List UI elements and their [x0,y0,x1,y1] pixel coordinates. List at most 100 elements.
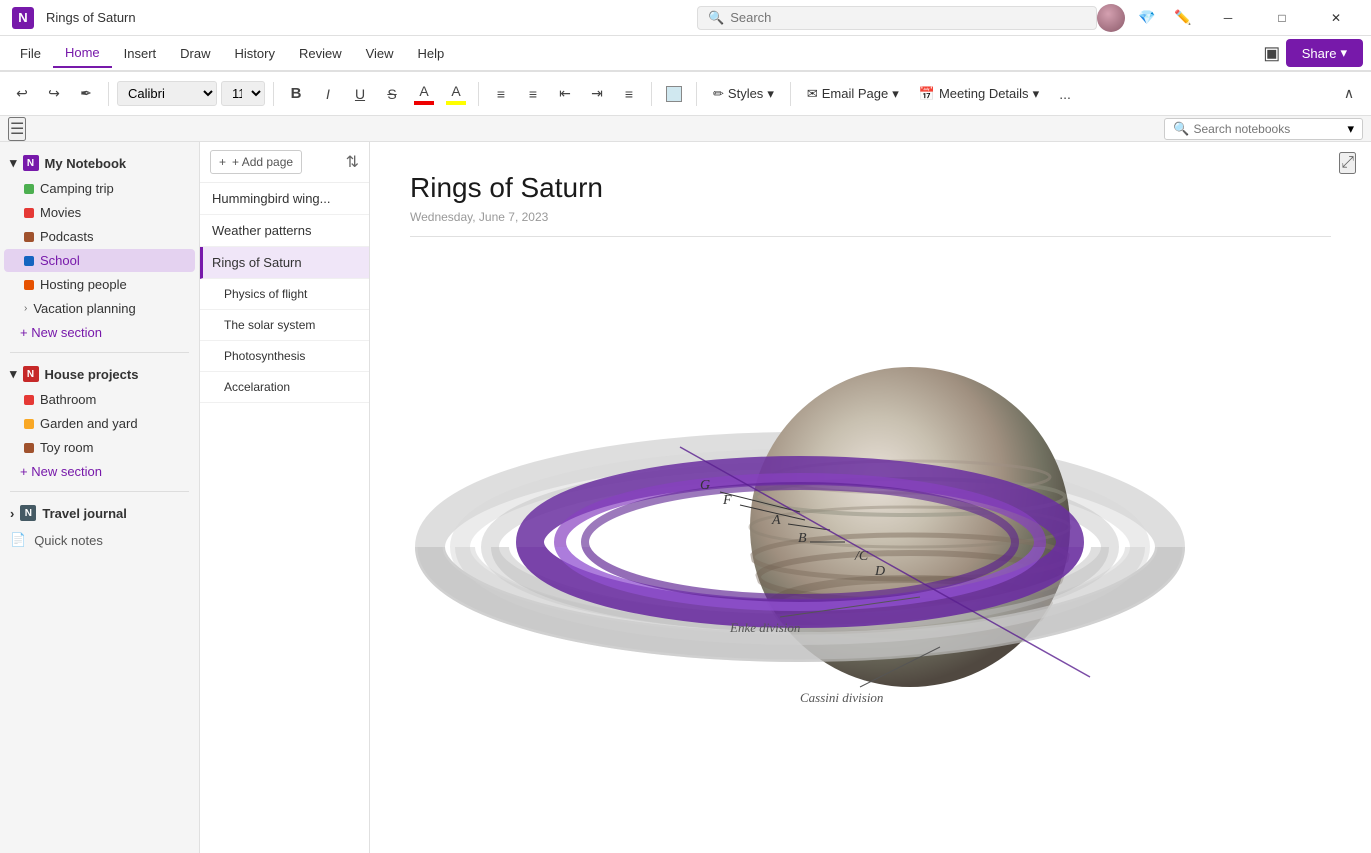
increase-indent-button[interactable]: ⇥ [583,80,611,108]
chevron-down-icon: ▾ [10,155,17,171]
sidebar-divider-2 [10,491,189,492]
page-item-weather[interactable]: Weather patterns [200,215,369,247]
notebook-view-button[interactable]: ▣ [1258,39,1286,67]
separator [478,82,479,106]
menu-view[interactable]: View [354,40,406,67]
global-search[interactable]: 🔍 [697,6,1097,30]
saturn-illustration: G F A B /C D Enke division [410,257,1190,777]
align-button[interactable]: ≡ [615,80,643,108]
house-projects-header[interactable]: ▾ N House projects [0,361,199,387]
bold-button[interactable]: B [282,80,310,108]
italic-button[interactable]: I [314,80,342,108]
menu-draw[interactable]: Draw [168,40,222,67]
email-icon: ✉ [807,86,818,102]
sidebar-item-camping-trip[interactable]: Camping trip [4,177,195,200]
email-page-button[interactable]: ✉ Email Page ▾ [799,82,907,106]
section-color [24,443,34,453]
decrease-indent-button[interactable]: ⇤ [551,80,579,108]
chevron-down-icon: ▾ [10,366,17,382]
close-button[interactable]: ✕ [1313,0,1359,36]
menu-history[interactable]: History [223,40,287,67]
hamburger-button[interactable]: ☰ [8,117,26,141]
section-color [24,395,34,405]
styles-icon: ✏ [713,86,724,102]
separator [108,82,109,106]
house-projects-icon: N [23,366,39,382]
title-bar-controls: 💎 ✏️ ─ □ ✕ [1097,0,1359,36]
diamond-button[interactable]: 💎 [1133,4,1161,32]
share-button[interactable]: Share ▾ [1286,39,1363,67]
sidebar-item-garden-and-yard[interactable]: Garden and yard [4,412,195,435]
maximize-button[interactable]: □ [1259,0,1305,36]
my-notebook-header[interactable]: ▾ N My Notebook [0,150,199,176]
bullets-button[interactable]: ≡ [487,80,515,108]
strikethrough-button[interactable]: S [378,80,406,108]
search-notebooks-input[interactable] [1193,122,1343,136]
separator [790,82,791,106]
page-item-hummingbird[interactable]: Hummingbird wing... [200,183,369,215]
sidebar-item-school[interactable]: School [4,249,195,272]
menu-file[interactable]: File [8,40,53,67]
travel-journal-header[interactable]: › N Travel journal [0,500,199,526]
app-title: Rings of Saturn [46,10,697,25]
saturn-svg: G F A B /C D Enke division [410,257,1190,777]
ring-d-label: D [874,564,885,579]
format-painter-button[interactable]: ✒ [72,80,100,108]
search-notebooks-box[interactable]: 🔍 ▾ [1164,118,1363,140]
page-item-rings-of-saturn[interactable]: Rings of Saturn [200,247,369,279]
chevron-down-icon: ▾ [767,86,774,102]
page-item-solar-system[interactable]: The solar system [200,310,369,341]
add-page-button[interactable]: + + Add page [210,150,302,174]
undo-button[interactable]: ↩ [8,80,36,108]
sidebar-item-movies[interactable]: Movies [4,201,195,224]
page-date: Wednesday, June 7, 2023 [410,210,1331,237]
section-color [24,184,34,194]
search-input[interactable] [730,10,1086,25]
chevron-down-icon: ▾ [1033,86,1040,102]
toolbar: ↩ ↪ ✒ Calibri 11 B I U S A A ≡ ≡ ⇤ ⇥ ≡ ✏… [0,72,1371,116]
separator [651,82,652,106]
chevron-right-icon: › [24,303,27,314]
sidebar-item-toy-room[interactable]: Toy room [4,436,195,459]
avatar[interactable] [1097,4,1125,32]
underline-button[interactable]: U [346,80,374,108]
redo-button[interactable]: ↪ [40,80,68,108]
font-name-select[interactable]: Calibri [117,81,217,106]
menu-home[interactable]: Home [53,39,112,68]
more-options-button[interactable]: ... [1051,80,1079,108]
sort-pages-button[interactable]: ⇅ [346,152,359,172]
section-color [24,208,34,218]
font-color-button[interactable]: A [410,80,438,108]
ring-a-label: A [771,513,781,528]
title-bar: N Rings of Saturn 🔍 💎 ✏️ ─ □ ✕ [0,0,1371,36]
new-section-my-notebook[interactable]: + New section [0,321,199,344]
menu-insert[interactable]: Insert [112,40,169,67]
minimize-button[interactable]: ─ [1205,0,1251,36]
page-item-physics[interactable]: Physics of flight [200,279,369,310]
travel-journal-icon: N [20,505,36,521]
main-layout: ▾ N My Notebook Camping trip Movies Podc… [0,142,1371,853]
collapse-ribbon-button[interactable]: ∧ [1335,80,1363,108]
page-item-photosynthesis[interactable]: Photosynthesis [200,341,369,372]
app-logo: N [12,7,34,29]
styles-button[interactable]: ✏ Styles ▾ [705,82,782,106]
menu-review[interactable]: Review [287,40,354,67]
text-color-box-button[interactable] [660,80,688,108]
meeting-details-button[interactable]: 📅 Meeting Details ▾ [911,82,1047,106]
sidebar-item-vacation-planning[interactable]: › Vacation planning [4,297,195,320]
add-icon: + [219,155,226,169]
pages-header: + + Add page ⇅ [200,142,369,183]
sidebar-item-podcasts[interactable]: Podcasts [4,225,195,248]
new-section-house-projects[interactable]: + New section [0,460,199,483]
menu-bar: File Home Insert Draw History Review Vie… [0,36,1371,72]
expand-button[interactable]: ⤢ [1339,152,1356,174]
page-item-accelaration[interactable]: Accelaration [200,372,369,403]
sidebar-item-bathroom[interactable]: Bathroom [4,388,195,411]
quick-notes-button[interactable]: 📄 Quick notes [0,526,196,554]
highlight-button[interactable]: A [442,80,470,108]
font-size-select[interactable]: 11 [221,81,265,106]
numbered-list-button[interactable]: ≡ [519,80,547,108]
sidebar-item-hosting-people[interactable]: Hosting people [4,273,195,296]
pen-button[interactable]: ✏️ [1169,4,1197,32]
menu-help[interactable]: Help [406,40,457,67]
